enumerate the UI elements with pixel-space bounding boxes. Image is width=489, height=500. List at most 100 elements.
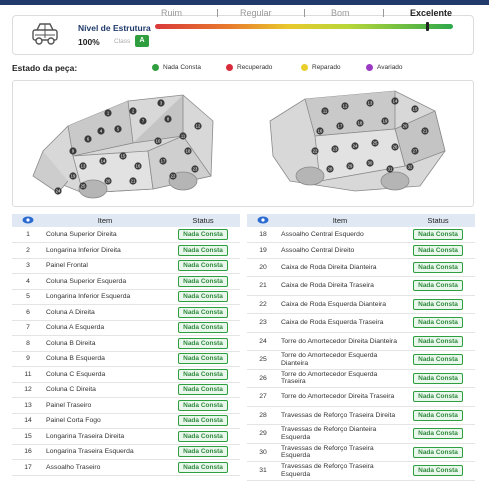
status-badge: Nada Consta (178, 322, 228, 334)
part-marker-label: 11 (323, 109, 328, 114)
row-status-cell: Nada Consta (401, 369, 475, 388)
row-status-cell: Nada Consta (401, 443, 475, 462)
eye-icon[interactable] (22, 216, 34, 224)
part-marker-label: 12 (196, 124, 201, 129)
parts-table-right-body: 18 Assoalho Central Esquerdo Nada Consta 19… (247, 227, 475, 481)
row-item-name: Torre do Amortecedor Direita Traseira (279, 387, 401, 407)
class-label: Class (114, 38, 131, 45)
row-number: 12 (12, 382, 44, 398)
status-badge: Nada Consta (178, 291, 228, 303)
row-number: 24 (247, 332, 279, 351)
status-badge: Nada Consta (413, 465, 463, 477)
scale-separator (217, 9, 218, 17)
row-item-name: Coluna C Direita (44, 382, 166, 398)
table-row: 6 Coluna A Direita Nada Consta (12, 304, 240, 321)
part-marker-label: 11 (181, 134, 186, 139)
row-item-name: Coluna A Esquerda (44, 320, 166, 336)
status-badge: Nada Consta (178, 399, 228, 411)
part-marker-label: 15 (121, 154, 126, 159)
row-item-name: Coluna C Esquerda (44, 366, 166, 383)
status-column-header: Status (166, 214, 240, 227)
part-marker-label: 15 (413, 107, 418, 112)
row-status-cell: Nada Consta (166, 382, 240, 398)
status-badge: Nada Consta (178, 244, 228, 256)
row-item-name: Coluna Superior Direita (44, 227, 166, 243)
row-item-name: Torre do Amortecedor Esquerda Traseira (279, 369, 401, 388)
table-row: 18 Assoalho Central Esquerdo Nada Consta (247, 227, 475, 243)
row-item-name: Coluna B Direita (44, 335, 166, 352)
row-number: 30 (247, 443, 279, 462)
scale-label-bom: Bom (331, 8, 350, 18)
row-status-cell: Nada Consta (166, 258, 240, 274)
row-number: 14 (12, 413, 44, 429)
eye-icon[interactable] (257, 216, 269, 224)
part-marker-label: 23 (333, 147, 338, 152)
row-number: 27 (247, 387, 279, 407)
status-badge: Nada Consta (413, 298, 463, 310)
status-badge: Nada Consta (413, 229, 463, 240)
top-accent-bar (0, 0, 489, 5)
legend-item-avariado: Avariado (366, 64, 403, 71)
row-number: 25 (247, 350, 279, 370)
row-number: 31 (247, 461, 279, 481)
class-badge: A (135, 35, 149, 47)
row-status-cell: Nada Consta (166, 289, 240, 305)
table-row: 9 Coluna B Esquerda Nada Consta (12, 351, 240, 367)
scale-label-excelente: Excelente (410, 8, 453, 18)
part-marker-label: 25 (81, 184, 86, 189)
row-number: 29 (247, 424, 279, 444)
row-status-cell: Nada Consta (401, 332, 475, 351)
row-number: 15 (12, 428, 44, 445)
row-status-cell: Nada Consta (166, 351, 240, 367)
part-marker-label: 16 (136, 164, 141, 169)
row-number: 11 (12, 366, 44, 383)
parts-table-left: Item Status 1 Coluna Superior Direita Nada… (12, 214, 240, 476)
row-item-name: Coluna B Esquerda (44, 351, 166, 367)
row-item-name: Coluna Superior Esquerda (44, 273, 166, 290)
row-number: 28 (247, 406, 279, 425)
car-front-view-diagram: 1 234 567 891011121314151617181920 212223242… (32, 94, 214, 199)
part-marker-label: 26 (393, 145, 398, 150)
table-row: 25 Torre do Amortecedor Esquerda Dianteir… (247, 350, 475, 370)
table-row: 8 Coluna B Direita Nada Consta (12, 335, 240, 352)
part-marker-label: 17 (338, 124, 343, 129)
table-row: 14 Painel Corta Fogo Nada Consta (12, 413, 240, 429)
parts-table-right: Item Status 18 Assoalho Central Esquerdo N… (247, 214, 475, 481)
part-marker-label: 13 (368, 101, 373, 106)
item-column-header: Item (279, 214, 401, 227)
row-status-cell: Nada Consta (401, 461, 475, 481)
part-marker-label: 24 (353, 144, 358, 149)
part-marker-label: 17 (161, 159, 166, 164)
table-row: 31 Travessas de Reforço Traseira Esquerda… (247, 461, 475, 481)
part-marker-label: 22 (313, 149, 318, 154)
row-number: 8 (12, 335, 44, 352)
row-item-name: Longarina Traseira Esquerda (44, 444, 166, 460)
status-badge: Nada Consta (178, 415, 228, 427)
row-number: 7 (12, 320, 44, 336)
status-badge: Nada Consta (413, 317, 463, 329)
table-row: 3 Painel Frontal Nada Consta (12, 258, 240, 274)
parts-table-left-body: 1 Coluna Superior Direita Nada Consta 2 Long… (12, 227, 240, 476)
table-row: 30 Travessas de Reforço Traseira Esquerda… (247, 443, 475, 462)
table-row: 13 Painel Traseiro Nada Consta (12, 397, 240, 414)
row-item-name: Painel Traseiro (44, 397, 166, 414)
part-marker-label: 20 (106, 179, 111, 184)
row-status-cell: Nada Consta (401, 295, 475, 314)
table-row: 5 Longarina Inferior Esquerda Nada Consta (12, 289, 240, 305)
row-status-cell: Nada Consta (166, 413, 240, 429)
status-badge: Nada Consta (413, 391, 463, 403)
status-badge: Nada Consta (178, 229, 228, 240)
table-row: 15 Longarina Traseira Direita Nada Consta (12, 428, 240, 445)
row-status-cell: Nada Consta (166, 428, 240, 445)
status-badge: Nada Consta (413, 409, 463, 421)
legend-item-reparado: Reparado (301, 64, 341, 71)
legend-dot (226, 64, 233, 71)
table-row: 23 Caixa de Roda Esquerda Traseira Nada Co… (247, 313, 475, 333)
part-marker-label: 14 (101, 159, 106, 164)
row-status-cell: Nada Consta (166, 335, 240, 352)
status-badge: Nada Consta (178, 384, 228, 396)
table-row: 20 Caixa de Roda Direita Dianteira Nada Co… (247, 258, 475, 277)
part-marker-label: 12 (343, 104, 348, 109)
table-row: 7 Coluna A Esquerda Nada Consta (12, 320, 240, 336)
status-badge: Nada Consta (178, 368, 228, 380)
